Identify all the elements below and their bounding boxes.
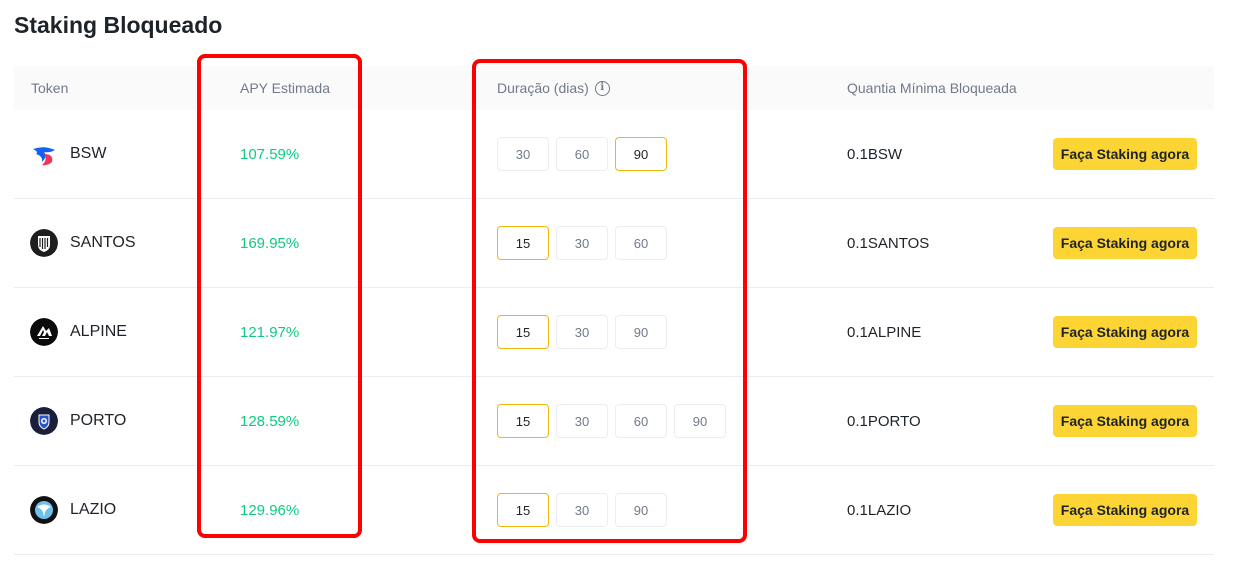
table-body: BSW 107.59% 30 60 90 0.1BSW Faça Staking a…: [14, 110, 1214, 555]
table-row: PORTO 128.59% 15 30 60 90 0.1PORTO Faça Sta…: [14, 377, 1214, 466]
min-amount: 0.1BSW: [847, 145, 903, 163]
duration-option-60[interactable]: 60: [556, 137, 608, 171]
duration-option-60[interactable]: 60: [615, 404, 667, 438]
lazio-logo-icon: [30, 496, 58, 524]
apy-value: 107.59%: [240, 145, 300, 163]
duration-option-30[interactable]: 30: [556, 493, 608, 527]
apy-value: 169.95%: [240, 234, 300, 252]
duration-options: 15 30 60 90: [497, 377, 726, 465]
token-name: BSW: [70, 145, 107, 162]
duration-options: 15 30 90: [497, 288, 667, 376]
token-cell: LAZIO: [30, 466, 116, 554]
duration-options: 15 30 60: [497, 199, 667, 287]
header-min-amount: Quantia Mínima Bloqueada: [847, 80, 1017, 96]
porto-logo-icon: [30, 407, 58, 435]
apy-value: 121.97%: [240, 323, 300, 341]
token-name: LAZIO: [70, 501, 117, 518]
stake-button-cell: Faça Staking agora: [1053, 199, 1197, 287]
stake-now-button[interactable]: Faça Staking agora: [1053, 494, 1197, 526]
alpine-logo-icon: [30, 318, 58, 346]
duration-option-15[interactable]: 15: [497, 404, 549, 438]
token-cell: BSW: [30, 110, 106, 198]
stake-now-button[interactable]: Faça Staking agora: [1053, 138, 1197, 170]
min-amount: 0.1SANTOS: [847, 234, 930, 252]
stake-button-cell: Faça Staking agora: [1053, 288, 1197, 376]
duration-option-90[interactable]: 90: [615, 315, 667, 349]
duration-options: 15 30 90: [497, 466, 667, 554]
duration-options: 30 60 90: [497, 110, 667, 198]
santos-logo-icon: [30, 229, 58, 257]
table-header: Token APY Estimada Duração (dias) i Quan…: [14, 66, 1214, 110]
info-icon[interactable]: i: [594, 80, 610, 96]
stake-button-cell: Faça Staking agora: [1053, 110, 1197, 198]
duration-option-60[interactable]: 60: [615, 226, 667, 260]
table-row: LAZIO 129.96% 15 30 90 0.1LAZIO Faça Staki…: [14, 466, 1214, 555]
apy-value: 128.59%: [240, 412, 300, 430]
header-token: Token: [31, 80, 69, 96]
staking-table: Token APY Estimada Duração (dias) i Quan…: [14, 66, 1214, 555]
token-name: PORTO: [70, 412, 127, 429]
duration-option-30[interactable]: 30: [497, 137, 549, 171]
min-amount: 0.1LAZIO: [847, 501, 912, 519]
header-duration-label: Duração (dias): [497, 80, 589, 96]
token-cell: SANTOS: [30, 199, 136, 287]
duration-option-15[interactable]: 15: [497, 226, 549, 260]
table-row: ALPINE 121.97% 15 30 90 0.1ALPINE Faça Sta…: [14, 288, 1214, 377]
apy-value: 129.96%: [240, 501, 300, 519]
min-amount: 0.1ALPINE: [847, 323, 922, 341]
header-duration: Duração (dias) i: [497, 66, 610, 110]
stake-button-cell: Faça Staking agora: [1053, 466, 1197, 554]
page-title: Staking Bloqueado: [14, 12, 223, 38]
duration-option-90[interactable]: 90: [615, 137, 667, 171]
duration-option-30[interactable]: 30: [556, 315, 608, 349]
duration-option-15[interactable]: 15: [497, 315, 549, 349]
bsw-logo-icon: [30, 140, 58, 168]
duration-option-30[interactable]: 30: [556, 226, 608, 260]
token-name: SANTOS: [70, 234, 136, 251]
duration-option-90[interactable]: 90: [674, 404, 726, 438]
token-name: ALPINE: [70, 323, 127, 340]
header-apy: APY Estimada: [240, 80, 331, 96]
stake-now-button[interactable]: Faça Staking agora: [1053, 316, 1197, 348]
duration-option-90[interactable]: 90: [615, 493, 667, 527]
stake-now-button[interactable]: Faça Staking agora: [1053, 405, 1197, 437]
stake-now-button[interactable]: Faça Staking agora: [1053, 227, 1197, 259]
table-row: SANTOS 169.95% 15 30 60 0.1SANTOS Faça Sta…: [14, 199, 1214, 288]
duration-option-30[interactable]: 30: [556, 404, 608, 438]
table-row: BSW 107.59% 30 60 90 0.1BSW Faça Staking a…: [14, 110, 1214, 199]
duration-option-15[interactable]: 15: [497, 493, 549, 527]
stake-button-cell: Faça Staking agora: [1053, 377, 1197, 465]
token-cell: ALPINE: [30, 288, 127, 376]
min-amount: 0.1PORTO: [847, 412, 921, 430]
token-cell: PORTO: [30, 377, 126, 465]
